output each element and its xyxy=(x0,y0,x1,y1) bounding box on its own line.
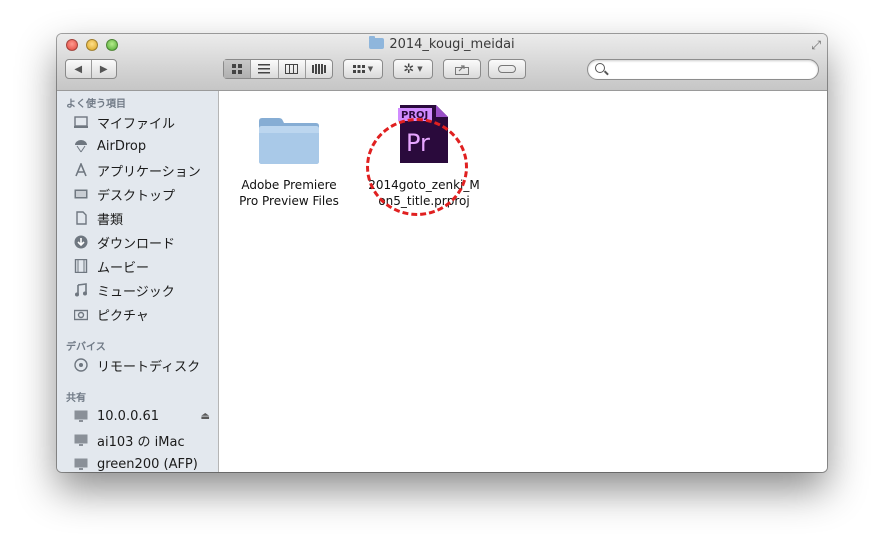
fullscreen-icon[interactable]: ⤢ xyxy=(811,38,821,53)
sidebar-item-all-files[interactable]: マイファイル xyxy=(73,111,213,133)
sidebar-item-label: ai103 の iMac xyxy=(97,434,185,450)
sidebar-item-label: 書類 xyxy=(97,212,124,228)
icon-view-icon xyxy=(231,63,242,74)
network-computer-icon xyxy=(73,408,89,424)
sidebar-item-downloads[interactable]: ダウンロード xyxy=(73,231,213,253)
camera-icon xyxy=(73,306,89,322)
window-title-text: 2014_kougi_meidai xyxy=(389,37,515,52)
devices-header: デバイス xyxy=(66,342,106,353)
sidebar-item-applications[interactable]: アプリケーション xyxy=(73,159,213,181)
sidebar-item-label: リモートディスク xyxy=(97,359,201,375)
chevron-down-icon: ▼ xyxy=(417,65,423,73)
remote-disc-icon xyxy=(73,357,89,373)
title-toolbar: 2014_kougi_meidai ⤢ ◀ ▶ ▼ ✲ ▼ xyxy=(57,34,827,91)
tag-pill-icon xyxy=(498,65,516,73)
sidebar-item-label: デスクトップ xyxy=(97,188,176,204)
sidebar-item-label: ダウンロード xyxy=(97,236,176,252)
music-icon xyxy=(73,282,89,298)
window-title: 2014_kougi_meidai xyxy=(57,36,827,52)
sidebar-item-shared-ai103[interactable]: ai103 の iMac xyxy=(73,429,213,451)
share-button[interactable] xyxy=(443,59,481,79)
forward-arrow-icon: ▶ xyxy=(99,63,108,75)
gear-icon: ✲ xyxy=(403,61,415,77)
sidebar-item-music[interactable]: ミュージック xyxy=(73,279,213,301)
coverflow-view-icon xyxy=(311,64,326,74)
column-view-icon xyxy=(285,64,299,74)
coverflow-view-button[interactable] xyxy=(306,60,332,78)
premiere-logo: Pr xyxy=(406,129,430,157)
file-browser-area: Adobe Premiere Pro Preview Files PROJ Pr… xyxy=(219,91,827,472)
proj-badge: PROJ xyxy=(401,110,428,121)
sidebar-item-label: 10.0.0.61 xyxy=(97,408,160,424)
network-computer-icon xyxy=(73,432,89,448)
file-name-line1: Adobe Premiere xyxy=(241,178,337,192)
applications-icon xyxy=(73,162,89,178)
search-field[interactable] xyxy=(587,59,819,80)
share-icon xyxy=(455,64,469,75)
file-name-line2: on5_title.prproj xyxy=(378,194,470,208)
list-view-button[interactable] xyxy=(251,60,279,78)
back-arrow-icon: ◀ xyxy=(74,63,83,75)
sidebar-item-label: AirDrop xyxy=(97,138,147,154)
file-name-line2: Pro Preview Files xyxy=(239,194,339,208)
sidebar-item-label: ピクチャ xyxy=(97,308,149,324)
sidebar-item-movies[interactable]: ムービー xyxy=(73,255,213,277)
back-button[interactable]: ◀ xyxy=(66,60,92,78)
forward-button[interactable]: ▶ xyxy=(92,60,117,78)
finder-window: 2014_kougi_meidai ⤢ ◀ ▶ ▼ ✲ ▼ よく使う項目 マイフ… xyxy=(57,34,827,472)
premiere-project-icon: PROJ Pr xyxy=(355,103,493,165)
sidebar-item-label: ミュージック xyxy=(97,284,175,300)
sidebar-item-desktop[interactable]: デスクトップ xyxy=(73,183,213,205)
action-button[interactable]: ✲ ▼ xyxy=(393,59,433,79)
sidebar-item-remote-disc[interactable]: リモートディスク xyxy=(73,354,213,376)
search-input[interactable] xyxy=(610,61,814,79)
eject-icon[interactable]: ⏏ xyxy=(201,411,210,422)
sidebar: よく使う項目 マイファイル AirDrop アプリケーション デスクトップ 書類… xyxy=(57,91,219,472)
folder-icon xyxy=(369,36,385,49)
network-computer-icon xyxy=(73,456,89,472)
sidebar-item-pictures[interactable]: ピクチャ xyxy=(73,303,213,325)
column-view-button[interactable] xyxy=(279,60,306,78)
all-files-icon xyxy=(73,114,89,130)
arrange-grid-icon xyxy=(352,64,365,73)
downloads-icon xyxy=(73,234,89,250)
folder-icon xyxy=(237,103,341,165)
sidebar-item-shared-green200[interactable]: green200 (AFP) xyxy=(73,453,213,472)
sidebar-item-airdrop[interactable]: AirDrop xyxy=(73,135,213,157)
sidebar-item-shared-10-0-0-61[interactable]: 10.0.0.61 ⏏ xyxy=(73,405,213,427)
arrange-button[interactable]: ▼ xyxy=(343,59,383,79)
sidebar-item-label: green200 (AFP) xyxy=(97,456,198,472)
list-view-icon xyxy=(258,64,271,74)
desktop-icon xyxy=(73,186,89,202)
file-name-line1: 2014goto_zenki_M xyxy=(368,178,480,192)
sidebar-item-label: マイファイル xyxy=(97,116,176,132)
chevron-down-icon: ▼ xyxy=(367,65,374,73)
search-icon xyxy=(595,63,605,73)
file-item-premiere-project[interactable]: PROJ Pr 2014goto_zenki_M on5_title.prpro… xyxy=(355,103,493,209)
documents-icon xyxy=(73,210,89,226)
favorites-header: よく使う項目 xyxy=(66,99,126,110)
file-item-preview-folder[interactable]: Adobe Premiere Pro Preview Files xyxy=(237,103,341,209)
sidebar-item-documents[interactable]: 書類 xyxy=(73,207,213,229)
back-forward-control: ◀ ▶ xyxy=(65,59,117,79)
tags-button[interactable] xyxy=(488,59,526,79)
movies-icon xyxy=(73,258,89,274)
sidebar-item-label: ムービー xyxy=(97,260,150,276)
shared-header: 共有 xyxy=(66,393,86,404)
icon-view-button[interactable] xyxy=(224,60,252,78)
sidebar-item-label: アプリケーション xyxy=(97,164,201,180)
airdrop-icon xyxy=(73,138,89,154)
view-mode-control xyxy=(223,59,333,79)
